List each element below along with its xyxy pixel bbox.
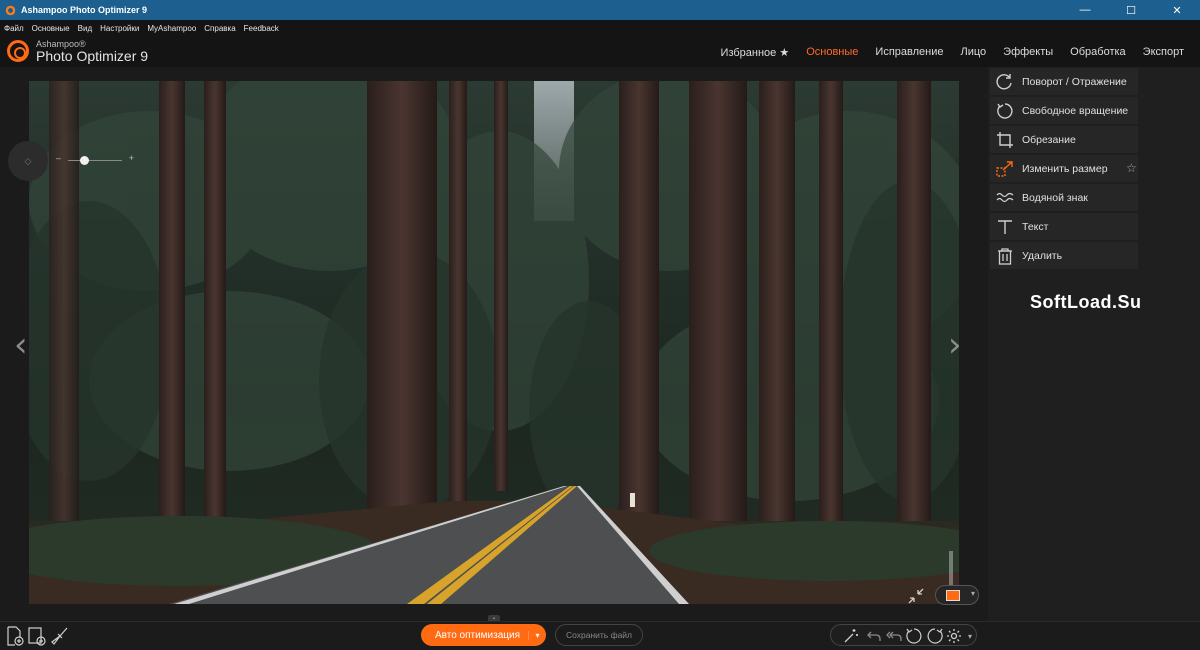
watermark-text: SoftLoad.Su [1030, 292, 1142, 312]
zoom-slider[interactable]: – + [56, 153, 134, 167]
split-view-icon [946, 590, 960, 601]
tool-free-rotation[interactable]: Свободное вращение [990, 97, 1138, 124]
tool-watermark[interactable]: Водяной знак [990, 184, 1138, 211]
tab-export[interactable]: Экспорт [1143, 46, 1184, 59]
rotate-icon [994, 71, 1016, 93]
tab-favorites[interactable]: Избранное ★ [721, 46, 790, 59]
brand-product: Photo Optimizer 9 [36, 48, 149, 64]
photo-preview[interactable] [29, 81, 959, 604]
menu-myashampoo[interactable]: MyAshampoo [143, 24, 200, 33]
text-icon [994, 216, 1016, 238]
edit-actions-group: ▾ [830, 624, 977, 646]
minimize-button[interactable]: — [1062, 0, 1108, 20]
settings-gear-icon[interactable] [944, 626, 964, 646]
menu-feedback[interactable]: Feedback [240, 24, 283, 33]
app-header: Ashampoo® Photo Optimizer 9 Избранное ★ … [0, 37, 1200, 67]
title-bar: Ashampoo Photo Optimizer 9 — ☐ ✕ [0, 0, 1200, 20]
menu-basic[interactable]: Основные [28, 24, 74, 33]
tab-correction[interactable]: Исправление [875, 46, 943, 59]
watermark-icon [994, 187, 1016, 209]
tab-effects[interactable]: Эффекты [1003, 46, 1053, 59]
zoom-in-icon[interactable]: + [129, 153, 134, 163]
tool-label: Изменить размер [1022, 162, 1108, 175]
window-title: Ashampoo Photo Optimizer 9 [21, 5, 148, 15]
zoom-out-icon[interactable]: – [56, 153, 61, 163]
tool-label: Обрезание [1022, 133, 1076, 146]
tool-crop[interactable]: Обрезание [990, 126, 1138, 153]
tool-label: Поворот / Отражение [1022, 75, 1127, 88]
close-button[interactable]: ✕ [1154, 0, 1200, 20]
forest-road-photo [29, 81, 959, 604]
tool-label: Текст [1022, 220, 1049, 233]
image-viewer: ◇ – + ‹ › ▾ ⌄ [0, 67, 988, 622]
magic-wand-icon[interactable] [841, 626, 861, 646]
tool-text[interactable]: Текст [990, 213, 1138, 240]
maximize-button[interactable]: ☐ [1108, 0, 1154, 20]
chevron-down-icon[interactable]: ▾ [971, 589, 975, 598]
next-image-icon[interactable]: › [948, 325, 962, 365]
zoom-knob[interactable] [79, 156, 89, 165]
trash-icon [994, 245, 1016, 267]
menu-bar: Файл Основные Вид Настройки MyAshampoo С… [0, 20, 1200, 37]
add-folder-icon[interactable] [27, 626, 47, 646]
rotate-left-icon[interactable] [905, 626, 923, 646]
tool-rotate-flip[interactable]: Поворот / Отражение [990, 68, 1138, 95]
main-nav: Избранное ★ Основные Исправление Лицо Эф… [704, 46, 1184, 59]
auto-optimize-dropdown[interactable]: ▾ [528, 630, 546, 640]
tool-label: Свободное вращение [1022, 104, 1129, 117]
tool-resize[interactable]: Изменить размер ☆ [990, 155, 1138, 182]
tool-label: Удалить [1022, 249, 1063, 262]
menu-file[interactable]: Файл [0, 24, 28, 33]
undo-icon[interactable] [864, 626, 884, 646]
pan-navigator-icon[interactable]: ◇ [8, 141, 48, 181]
free-rotate-icon [994, 100, 1016, 122]
tab-face[interactable]: Лицо [960, 46, 986, 59]
menu-help[interactable]: Справка [200, 24, 239, 33]
zoom-track [68, 160, 122, 161]
ashampoo-logo-icon [7, 40, 29, 62]
undo-all-icon[interactable] [884, 626, 904, 646]
fit-to-screen-icon[interactable] [904, 584, 928, 608]
tools-sidebar: Поворот / Отражение Свободное вращение О… [988, 67, 1200, 621]
auto-optimize-button[interactable]: Авто оптимизация ▾ [421, 624, 546, 646]
resize-icon [994, 158, 1016, 180]
auto-optimize-label: Авто оптимизация [434, 629, 521, 641]
favorite-star-icon[interactable]: ☆ [1126, 161, 1137, 175]
tool-label: Водяной знак [1022, 191, 1088, 204]
tab-basic[interactable]: Основные [806, 46, 858, 59]
menu-settings[interactable]: Настройки [96, 24, 143, 33]
before-after-toggle[interactable]: ▾ [935, 585, 979, 605]
previous-image-icon[interactable]: ‹ [14, 325, 28, 365]
chevron-down-icon[interactable]: ▾ [964, 626, 976, 646]
menu-view[interactable]: Вид [74, 24, 96, 33]
save-file-button[interactable]: Сохранить файл [555, 624, 643, 646]
rotate-right-icon[interactable] [926, 626, 944, 646]
crop-icon [994, 129, 1016, 151]
app-icon [5, 4, 16, 16]
tab-processing[interactable]: Обработка [1070, 46, 1125, 59]
bottom-toolbar: Авто оптимизация ▾ Сохранить файл ▾ [0, 621, 1200, 650]
clean-brush-icon[interactable] [50, 626, 70, 646]
add-file-icon[interactable] [5, 626, 25, 646]
tool-delete[interactable]: Удалить [990, 242, 1138, 269]
